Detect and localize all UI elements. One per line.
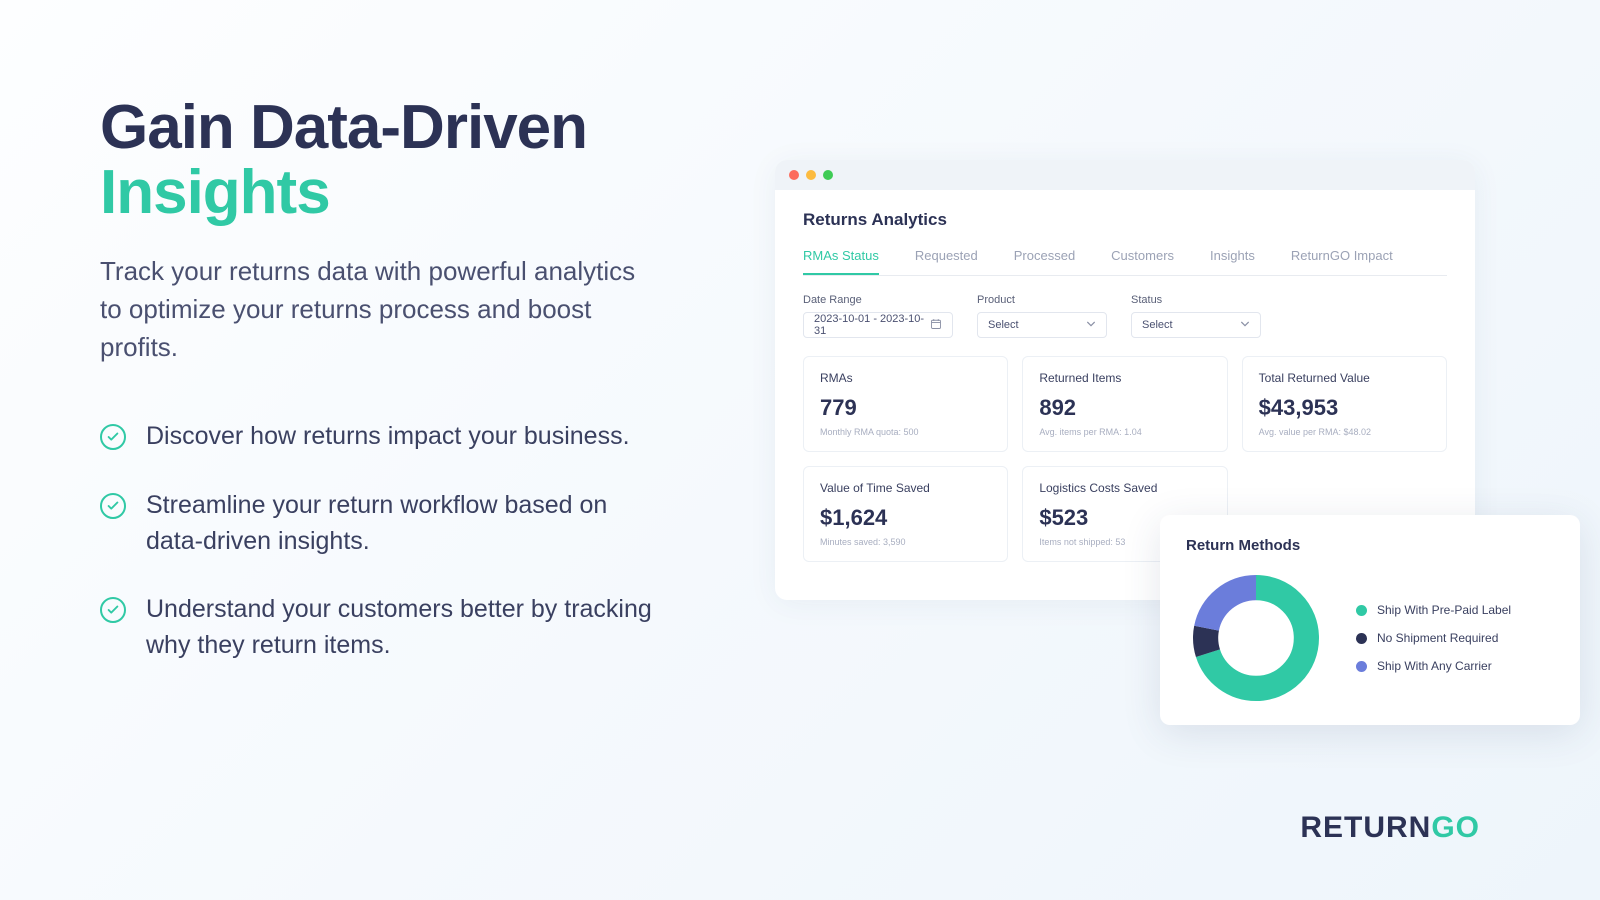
tab-customers[interactable]: Customers — [1111, 248, 1174, 275]
maximize-dot-icon[interactable] — [823, 170, 833, 180]
brand-part2: GO — [1431, 811, 1480, 844]
calendar-icon — [930, 318, 942, 333]
chevron-down-icon — [1240, 319, 1250, 332]
metric-label: Logistics Costs Saved — [1039, 481, 1210, 495]
metric-sub: Avg. items per RMA: 1.04 — [1039, 427, 1210, 437]
legend-label: Ship With Pre-Paid Label — [1377, 603, 1511, 617]
product-value: Select — [988, 319, 1019, 331]
status-label: Status — [1131, 294, 1261, 306]
legend-item: No Shipment Required — [1356, 631, 1511, 645]
legend-dot-icon — [1356, 605, 1367, 616]
metric-sub: Avg. value per RMA: $48.02 — [1259, 427, 1430, 437]
product-filter: Product Select — [977, 294, 1107, 338]
legend-label: Ship With Any Carrier — [1377, 659, 1492, 673]
legend-dot-icon — [1356, 661, 1367, 672]
chevron-down-icon — [1086, 319, 1096, 332]
metric-sub: Minutes saved: 3,590 — [820, 537, 991, 547]
metric-label: Returned Items — [1039, 371, 1210, 385]
page-title: Returns Analytics — [803, 210, 1447, 230]
metric-value: $1,624 — [820, 505, 991, 531]
metric-value: 779 — [820, 395, 991, 421]
legend-label: No Shipment Required — [1377, 631, 1498, 645]
tab-insights[interactable]: Insights — [1210, 248, 1255, 275]
check-icon — [100, 493, 126, 519]
tab-requested[interactable]: Requested — [915, 248, 978, 275]
date-range-value: 2023-10-01 - 2023-10-31 — [814, 313, 930, 337]
check-icon — [100, 424, 126, 450]
bullet-text: Streamline your return workflow based on… — [146, 487, 660, 560]
bullet-text: Discover how returns impact your busines… — [146, 418, 630, 454]
metric-label: Total Returned Value — [1259, 371, 1430, 385]
date-range-filter: Date Range 2023-10-01 - 2023-10-31 — [803, 294, 953, 338]
donut-chart — [1186, 568, 1326, 708]
metric-time-saved: Value of Time Saved $1,624 Minutes saved… — [803, 466, 1008, 562]
bullet-item: Understand your customers better by trac… — [100, 591, 660, 664]
legend-item: Ship With Any Carrier — [1356, 659, 1511, 673]
brand-part1: RETURN — [1300, 811, 1431, 844]
window-chrome — [775, 160, 1475, 190]
legend-item: Ship With Pre-Paid Label — [1356, 603, 1511, 617]
tabs-row: RMAs Status Requested Processed Customer… — [803, 248, 1447, 276]
metric-rmas: RMAs 779 Monthly RMA quota: 500 — [803, 356, 1008, 452]
tab-rmas-status[interactable]: RMAs Status — [803, 248, 879, 275]
product-label: Product — [977, 294, 1107, 306]
metric-total-returned-value: Total Returned Value $43,953 Avg. value … — [1242, 356, 1447, 452]
donut-title: Return Methods — [1186, 537, 1554, 554]
status-value: Select — [1142, 319, 1173, 331]
legend-dot-icon — [1356, 633, 1367, 644]
status-filter: Status Select — [1131, 294, 1261, 338]
headline: Gain Data-Driven Insights — [100, 95, 660, 225]
donut-legend: Ship With Pre-Paid Label No Shipment Req… — [1356, 603, 1511, 673]
bullet-item: Streamline your return workflow based on… — [100, 487, 660, 560]
metric-label: RMAs — [820, 371, 991, 385]
product-select[interactable]: Select — [977, 312, 1107, 338]
date-range-label: Date Range — [803, 294, 953, 306]
metric-label: Value of Time Saved — [820, 481, 991, 495]
close-dot-icon[interactable] — [789, 170, 799, 180]
bullet-item: Discover how returns impact your busines… — [100, 418, 660, 454]
return-methods-card: Return Methods Ship With Pre-Paid Label … — [1160, 515, 1580, 725]
minimize-dot-icon[interactable] — [806, 170, 816, 180]
date-range-input[interactable]: 2023-10-01 - 2023-10-31 — [803, 312, 953, 338]
filters-row: Date Range 2023-10-01 - 2023-10-31 Produ… — [803, 294, 1447, 338]
metric-value: 892 — [1039, 395, 1210, 421]
status-select[interactable]: Select — [1131, 312, 1261, 338]
subheadline: Track your returns data with powerful an… — [100, 253, 660, 366]
check-icon — [100, 597, 126, 623]
metric-sub: Monthly RMA quota: 500 — [820, 427, 991, 437]
tab-returngo-impact[interactable]: ReturnGO Impact — [1291, 248, 1393, 275]
bullet-text: Understand your customers better by trac… — [146, 591, 660, 664]
brand-logo: RETURNGO — [1300, 811, 1480, 845]
bullet-list: Discover how returns impact your busines… — [100, 418, 660, 663]
headline-line2: Insights — [100, 158, 330, 227]
metric-returned-items: Returned Items 892 Avg. items per RMA: 1… — [1022, 356, 1227, 452]
metric-value: $43,953 — [1259, 395, 1430, 421]
tab-processed[interactable]: Processed — [1014, 248, 1075, 275]
headline-line1: Gain Data-Driven — [100, 93, 587, 162]
